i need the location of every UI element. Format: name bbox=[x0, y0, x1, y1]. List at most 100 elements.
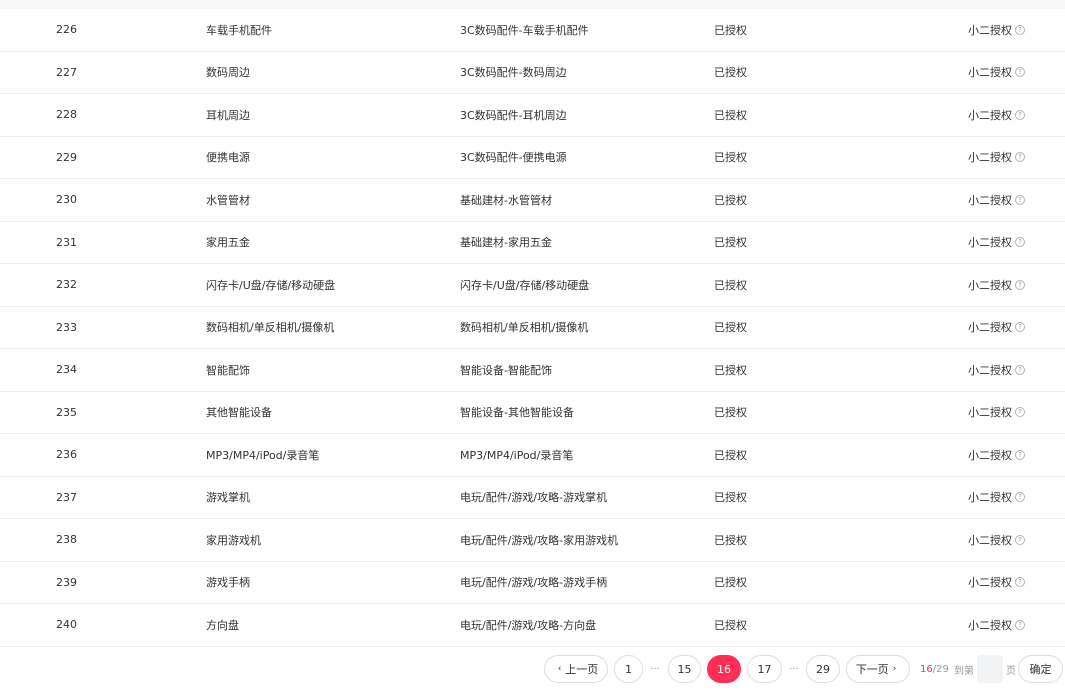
help-question-icon[interactable]: ? bbox=[1015, 492, 1025, 503]
row-auth-source: 小二授权? bbox=[968, 477, 1025, 519]
row-category-name: MP3/MP4/iPod/录音笔 bbox=[206, 448, 320, 462]
row-category-name: 数码周边 bbox=[206, 66, 250, 80]
row-id: 237 bbox=[56, 490, 77, 504]
row-category-path: 3C数码配件-便携电源 bbox=[460, 151, 567, 165]
row-id: 231 bbox=[56, 235, 77, 249]
row-auth-source-label: 小二授权 bbox=[968, 66, 1012, 80]
help-question-icon[interactable]: ? bbox=[1015, 237, 1025, 248]
row-category-path: 闪存卡/U盘/存储/移动硬盘 bbox=[460, 278, 590, 292]
row-auth-source-label: 小二授权 bbox=[968, 236, 1012, 250]
row-category-path: 电玩/配件/游戏/攻略-游戏手柄 bbox=[460, 576, 608, 590]
row-category-path: 智能设备-智能配饰 bbox=[460, 363, 552, 377]
prev-page-label: 上一页 bbox=[565, 663, 599, 676]
table-row: 228 耳机周边 3C数码配件-耳机周边 已授权 小二授权? bbox=[0, 94, 1065, 137]
help-question-icon[interactable]: ? bbox=[1015, 407, 1025, 418]
row-category-name: 数码相机/单反相机/摄像机 bbox=[206, 321, 335, 335]
row-auth-source: 小二授权? bbox=[968, 9, 1025, 51]
help-question-icon[interactable]: ? bbox=[1015, 194, 1025, 205]
help-question-icon[interactable]: ? bbox=[1015, 67, 1025, 78]
row-auth-status: 已授权 bbox=[714, 236, 747, 250]
row-auth-status: 已授权 bbox=[714, 108, 747, 122]
row-auth-source: 小二授权? bbox=[968, 222, 1025, 264]
row-auth-source-label: 小二授权 bbox=[968, 278, 1012, 292]
table-row: 238 家用游戏机 电玩/配件/游戏/攻略-家用游戏机 已授权 小二授权? bbox=[0, 519, 1065, 562]
row-auth-source-label: 小二授权 bbox=[968, 491, 1012, 505]
row-id: 232 bbox=[56, 278, 77, 292]
help-question-icon[interactable]: ? bbox=[1015, 364, 1025, 375]
table-row: 227 数码周边 3C数码配件-数码周边 已授权 小二授权? bbox=[0, 52, 1065, 94]
row-auth-source: 小二授权? bbox=[968, 604, 1025, 646]
prev-page-button[interactable]: ‹ 上一页 bbox=[544, 655, 608, 683]
row-auth-source: 小二授权? bbox=[968, 264, 1025, 306]
row-auth-status: 已授权 bbox=[714, 193, 747, 207]
row-auth-source-label: 小二授权 bbox=[968, 108, 1012, 122]
help-question-icon[interactable]: ? bbox=[1015, 449, 1025, 460]
jump-page-input[interactable] bbox=[977, 655, 1003, 683]
row-auth-source: 小二授权? bbox=[968, 137, 1025, 179]
row-auth-status: 已授权 bbox=[714, 66, 747, 80]
row-id: 227 bbox=[56, 65, 77, 79]
row-category-path: 数码相机/单反相机/摄像机 bbox=[460, 321, 589, 335]
row-auth-source-label: 小二授权 bbox=[968, 23, 1012, 37]
table-row: 237 游戏掌机 电玩/配件/游戏/攻略-游戏掌机 已授权 小二授权? bbox=[0, 477, 1065, 519]
table-row: 240 方向盘 电玩/配件/游戏/攻略-方向盘 已授权 小二授权? bbox=[0, 604, 1065, 647]
row-category-path: 基础建材-家用五金 bbox=[460, 236, 552, 250]
row-auth-status: 已授权 bbox=[714, 448, 747, 462]
help-question-icon[interactable]: ? bbox=[1015, 279, 1025, 290]
row-id: 230 bbox=[56, 193, 77, 207]
row-auth-status: 已授权 bbox=[714, 618, 747, 632]
row-auth-source: 小二授权? bbox=[968, 562, 1025, 604]
next-page-button[interactable]: 下一页 › bbox=[846, 655, 910, 683]
row-auth-source-label: 小二授权 bbox=[968, 406, 1012, 420]
pagination: ‹ 上一页 1 ··· 15 16 17 ··· 29 下一页 › 16 / 2… bbox=[0, 655, 1065, 683]
row-category-name: 方向盘 bbox=[206, 618, 239, 632]
table-row: 226 车载手机配件 3C数码配件-车载手机配件 已授权 小二授权? bbox=[0, 9, 1065, 52]
row-id: 239 bbox=[56, 575, 77, 589]
help-question-icon[interactable]: ? bbox=[1015, 152, 1025, 163]
table-row: 236 MP3/MP4/iPod/录音笔 MP3/MP4/iPod/录音笔 已授权 小二… bbox=[0, 434, 1065, 477]
row-auth-source: 小二授权? bbox=[968, 52, 1025, 94]
page-button-17[interactable]: 17 bbox=[747, 655, 782, 683]
row-auth-source: 小二授权? bbox=[968, 392, 1025, 434]
row-id: 233 bbox=[56, 320, 77, 334]
row-auth-source: 小二授权? bbox=[968, 179, 1025, 221]
table-row: 230 水管管材 基础建材-水管管材 已授权 小二授权? bbox=[0, 179, 1065, 222]
help-question-icon[interactable]: ? bbox=[1015, 534, 1025, 545]
help-question-icon[interactable]: ? bbox=[1015, 577, 1025, 588]
confirm-jump-button[interactable]: 确定 bbox=[1018, 655, 1063, 683]
row-category-path: MP3/MP4/iPod/录音笔 bbox=[460, 448, 574, 462]
row-category-name: 其他智能设备 bbox=[206, 406, 272, 420]
row-id: 236 bbox=[56, 448, 77, 462]
row-auth-source-label: 小二授权 bbox=[968, 321, 1012, 335]
row-auth-source: 小二授权? bbox=[968, 349, 1025, 391]
row-category-path: 电玩/配件/游戏/攻略-方向盘 bbox=[460, 618, 597, 632]
row-auth-status: 已授权 bbox=[714, 533, 747, 547]
row-auth-source-label: 小二授权 bbox=[968, 363, 1012, 377]
help-question-icon[interactable]: ? bbox=[1015, 109, 1025, 120]
row-category-name: 耳机周边 bbox=[206, 108, 250, 122]
row-auth-source-label: 小二授权 bbox=[968, 193, 1012, 207]
row-auth-source-label: 小二授权 bbox=[968, 618, 1012, 632]
help-question-icon[interactable]: ? bbox=[1015, 24, 1025, 35]
table-row: 232 闪存卡/U盘/存储/移动硬盘 闪存卡/U盘/存储/移动硬盘 已授权 小二授权? bbox=[0, 264, 1065, 307]
row-category-name: 闪存卡/U盘/存储/移动硬盘 bbox=[206, 278, 336, 292]
page-button-15[interactable]: 15 bbox=[668, 655, 701, 683]
row-id: 226 bbox=[56, 23, 77, 37]
row-auth-source: 小二授权? bbox=[968, 519, 1025, 561]
row-auth-source-label: 小二授权 bbox=[968, 576, 1012, 590]
help-question-icon[interactable]: ? bbox=[1015, 619, 1025, 630]
table-row: 234 智能配饰 智能设备-智能配饰 已授权 小二授权? bbox=[0, 349, 1065, 392]
page-button-29[interactable]: 29 bbox=[806, 655, 840, 683]
page-indicator: 16 / 29 bbox=[920, 655, 949, 683]
row-auth-source-label: 小二授权 bbox=[968, 151, 1012, 165]
category-table: 226 车载手机配件 3C数码配件-车载手机配件 已授权 小二授权? 227 数码周边 3C数… bbox=[0, 9, 1065, 647]
row-category-name: 车载手机配件 bbox=[206, 23, 272, 37]
row-auth-status: 已授权 bbox=[714, 406, 747, 420]
row-auth-source: 小二授权? bbox=[968, 307, 1025, 349]
help-question-icon[interactable]: ? bbox=[1015, 322, 1025, 333]
page-button-1[interactable]: 1 bbox=[614, 655, 643, 683]
row-category-name: 游戏掌机 bbox=[206, 491, 250, 505]
page-button-16-current[interactable]: 16 bbox=[707, 655, 741, 683]
row-category-path: 3C数码配件-耳机周边 bbox=[460, 108, 567, 122]
table-row: 229 便携电源 3C数码配件-便携电源 已授权 小二授权? bbox=[0, 137, 1065, 179]
